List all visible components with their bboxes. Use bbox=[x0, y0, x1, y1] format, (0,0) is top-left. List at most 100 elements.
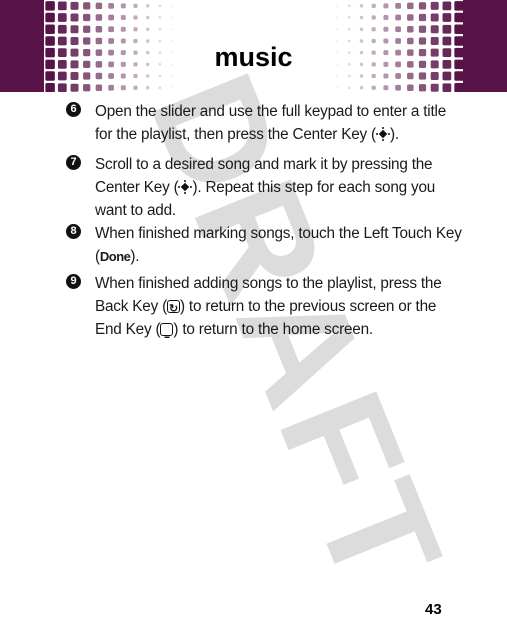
header-dot bbox=[347, 4, 351, 8]
header-dot bbox=[371, 15, 376, 20]
header-dot bbox=[108, 73, 114, 79]
header-dot bbox=[57, 1, 67, 11]
header-dot bbox=[171, 16, 174, 19]
header-dot bbox=[383, 73, 389, 79]
header-dot bbox=[95, 2, 103, 10]
header-dot bbox=[95, 26, 103, 33]
header-dot bbox=[395, 26, 401, 33]
header-dot bbox=[454, 12, 463, 23]
header-dot bbox=[383, 85, 389, 91]
header-dot bbox=[108, 2, 114, 9]
header-dot bbox=[120, 3, 126, 9]
header-dot bbox=[108, 14, 114, 21]
center-key-icon bbox=[375, 127, 390, 141]
header-dot bbox=[418, 13, 427, 22]
page-number: 43 bbox=[425, 601, 442, 618]
header-dot bbox=[347, 16, 351, 19]
header-dot bbox=[45, 1, 55, 11]
step-text: When finished adding songs to the playli… bbox=[95, 272, 465, 341]
header-dot bbox=[418, 72, 427, 80]
header-dot bbox=[45, 83, 55, 92]
step-text-segment: When finished marking songs, touch the L… bbox=[95, 225, 462, 265]
header-dot bbox=[395, 2, 401, 9]
header-dot bbox=[145, 4, 150, 8]
header-dot bbox=[57, 83, 67, 92]
header-dot bbox=[395, 84, 401, 91]
header-dot bbox=[83, 72, 91, 80]
header-dot bbox=[70, 72, 79, 81]
header-dot bbox=[70, 13, 79, 22]
step-number: 8 bbox=[66, 224, 81, 239]
step-number: 7 bbox=[66, 155, 81, 170]
header-dot bbox=[133, 15, 138, 20]
header-dot bbox=[430, 72, 439, 81]
header-dot bbox=[57, 24, 67, 34]
header-dot bbox=[95, 14, 103, 21]
header-dot bbox=[171, 28, 174, 31]
header-dot bbox=[347, 74, 351, 78]
header-dot bbox=[359, 86, 364, 90]
step-text: Open the slider and use the full keypad … bbox=[95, 100, 465, 146]
header-dot bbox=[158, 74, 162, 78]
header-dot bbox=[395, 73, 401, 79]
header-dot bbox=[336, 28, 339, 31]
end-key-icon: ▬ bbox=[160, 323, 174, 340]
header-dot bbox=[70, 83, 79, 92]
header-dot bbox=[171, 86, 174, 89]
header-dot bbox=[371, 27, 376, 32]
header-dot bbox=[442, 83, 452, 92]
header-dot bbox=[95, 84, 103, 91]
header-dot bbox=[407, 72, 414, 80]
header-dot bbox=[133, 3, 138, 8]
header-dot bbox=[347, 27, 351, 31]
back-key-icon: ↻ bbox=[166, 300, 180, 315]
step-text-segment: ) to return to the home screen. bbox=[173, 321, 373, 338]
header-dot bbox=[133, 27, 138, 32]
header-dot bbox=[57, 13, 67, 22]
step-text-segment: ). bbox=[389, 126, 399, 143]
header-dot bbox=[45, 12, 55, 23]
step-text: Scroll to a desired song and mark it by … bbox=[95, 153, 465, 222]
header-dot bbox=[120, 73, 126, 79]
header-dot bbox=[70, 25, 79, 34]
step-number: 9 bbox=[66, 274, 81, 289]
header-dot bbox=[83, 2, 91, 10]
header-dot bbox=[442, 13, 452, 22]
header-dot bbox=[359, 4, 364, 8]
header-dot bbox=[145, 74, 150, 78]
header-dot bbox=[371, 85, 376, 90]
header-dot bbox=[95, 72, 103, 80]
header-dot bbox=[454, 24, 463, 34]
header-dot bbox=[336, 16, 339, 19]
header-dot bbox=[454, 83, 463, 92]
header-dot bbox=[418, 25, 427, 33]
step-text-segment: ). bbox=[130, 248, 140, 265]
header-dot bbox=[383, 3, 389, 9]
header-dot bbox=[442, 1, 452, 11]
header-dot bbox=[120, 15, 126, 21]
header-dot bbox=[145, 15, 150, 20]
center-key-icon bbox=[178, 180, 193, 194]
header-dot bbox=[336, 4, 339, 7]
header-dot bbox=[407, 2, 414, 10]
header-dot bbox=[407, 84, 414, 91]
header-dot bbox=[383, 26, 389, 32]
header-dot bbox=[83, 13, 91, 22]
header-dot bbox=[133, 73, 138, 79]
header-dot bbox=[371, 3, 376, 8]
header-dot bbox=[430, 1, 439, 10]
header-dot bbox=[120, 85, 126, 91]
header-dot bbox=[45, 24, 55, 34]
header-dot bbox=[359, 74, 364, 78]
soft-key-label: Done bbox=[99, 249, 131, 264]
header-dot bbox=[407, 26, 414, 33]
header-dot bbox=[70, 1, 79, 10]
header-dot bbox=[371, 73, 376, 79]
header-dot bbox=[430, 25, 439, 34]
header-dot bbox=[171, 75, 174, 78]
header-dot bbox=[108, 84, 114, 91]
header-dot bbox=[336, 75, 339, 78]
header-dot bbox=[171, 4, 174, 7]
header-dot bbox=[158, 4, 162, 8]
header-dot bbox=[347, 86, 351, 90]
